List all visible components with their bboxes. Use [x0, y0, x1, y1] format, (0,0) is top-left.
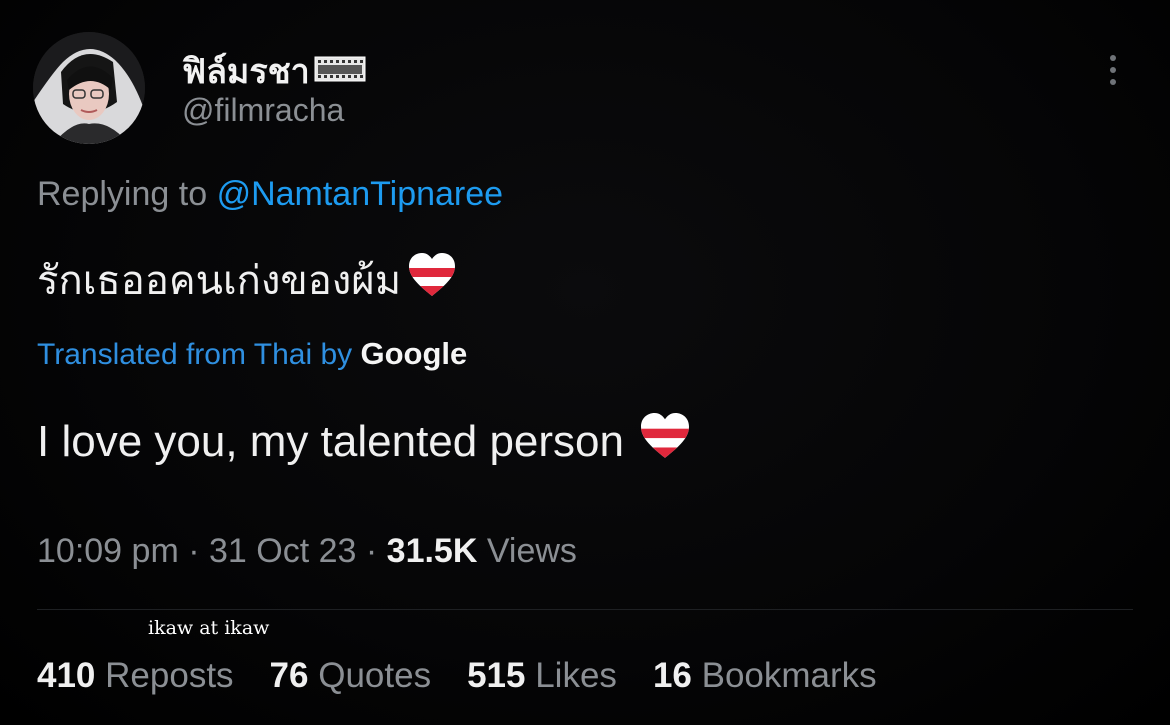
reposts-label: Reposts — [105, 656, 234, 695]
quotes-label: Quotes — [318, 656, 432, 695]
tweet-date[interactable]: 31 Oct 23 — [209, 532, 356, 570]
white-red-heart-icon — [638, 412, 692, 471]
reposts-stat[interactable]: 410 Reposts — [37, 656, 234, 696]
overlay-caption: ikaw at ikaw — [148, 617, 270, 639]
meta-separator: · — [365, 532, 378, 570]
likes-label: Likes — [535, 656, 617, 695]
user-handle[interactable]: @filmracha — [182, 92, 344, 129]
film-strip-icon — [314, 52, 366, 91]
replying-handle-link[interactable]: @NamtanTipnaree — [217, 175, 504, 213]
likes-stat[interactable]: 515 Likes — [467, 656, 617, 696]
tweet-text-thai: รักเธออคนเก่งของผ้ม — [37, 259, 402, 303]
views-count: 31.5K — [386, 532, 478, 570]
likes-count: 515 — [467, 656, 526, 695]
meta-separator: · — [188, 532, 200, 570]
tweet-text-original: รักเธออคนเก่งของผ้ม — [37, 248, 457, 312]
tweet-meta: 10:09 pm · 31 Oct 23 · 31.5K Views — [37, 532, 577, 571]
translation-notice: Translated from Thai by Google — [37, 336, 467, 372]
white-red-heart-icon — [407, 252, 457, 308]
more-dot-icon — [1110, 79, 1116, 85]
tweet-card: ฟิล์มรชา @filmracha Replying to @NamtanT… — [0, 0, 1170, 725]
tweet-time[interactable]: 10:09 pm — [37, 532, 179, 570]
bookmarks-count: 16 — [652, 656, 692, 695]
tweet-text-translated: I love you, my talented person — [37, 412, 692, 471]
bookmarks-stat[interactable]: 16 Bookmarks — [653, 656, 877, 696]
more-dot-icon — [1110, 55, 1116, 61]
replying-to: Replying to @NamtanTipnaree — [37, 175, 503, 214]
divider — [37, 609, 1133, 610]
bookmarks-label: Bookmarks — [701, 656, 877, 695]
google-logo: Google — [360, 336, 468, 371]
quotes-stat[interactable]: 76 Quotes — [270, 656, 432, 696]
reposts-count: 410 — [37, 656, 96, 695]
replying-prefix: Replying to — [37, 175, 208, 213]
avatar[interactable] — [33, 32, 145, 144]
tweet-text-english: I love you, my talented person — [37, 416, 624, 466]
more-dot-icon — [1110, 67, 1116, 73]
more-options-button[interactable] — [1098, 55, 1128, 95]
engagement-stats: 410 Reposts 76 Quotes 515 Likes 16 Bookm… — [37, 656, 877, 696]
translated-label[interactable]: Translated from Thai by — [37, 338, 352, 371]
display-name[interactable]: ฟิล์มรชา — [182, 44, 366, 98]
quotes-count: 76 — [269, 656, 309, 695]
display-name-text: ฟิล์มรชา — [182, 53, 310, 91]
views-label: Views — [486, 532, 577, 570]
